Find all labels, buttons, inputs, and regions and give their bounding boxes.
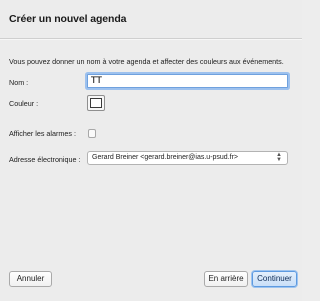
back-button[interactable]: En arrière [204, 271, 248, 287]
new-calendar-dialog: Créer un nouvel agenda Vous pouvez donne… [0, 0, 302, 301]
color-label: Couleur : [9, 99, 39, 108]
cancel-button[interactable]: Annuler [9, 271, 52, 287]
name-label: Nom : [9, 78, 29, 87]
show-alarms-checkbox[interactable] [88, 129, 96, 138]
color-swatch [90, 98, 102, 108]
dialog-title: Créer un nouvel agenda [9, 13, 127, 25]
continue-button[interactable]: Continuer [252, 271, 297, 287]
alarms-label: Afficher les alarmes : [9, 129, 76, 138]
select-arrows-icon: ▲ ▼ [276, 152, 282, 163]
header-divider-highlight [0, 39, 302, 40]
name-input[interactable]: TT [87, 74, 288, 88]
email-select-value: Gerard Breiner <gerard.breiner@ias.u-psu… [92, 154, 239, 161]
color-picker-button[interactable] [87, 95, 105, 111]
email-select[interactable]: Gerard Breiner <gerard.breiner@ias.u-psu… [87, 151, 288, 165]
email-label: Adresse électronique : [9, 155, 81, 164]
intro-text: Vous pouvez donner un nom à votre agenda… [9, 57, 284, 66]
